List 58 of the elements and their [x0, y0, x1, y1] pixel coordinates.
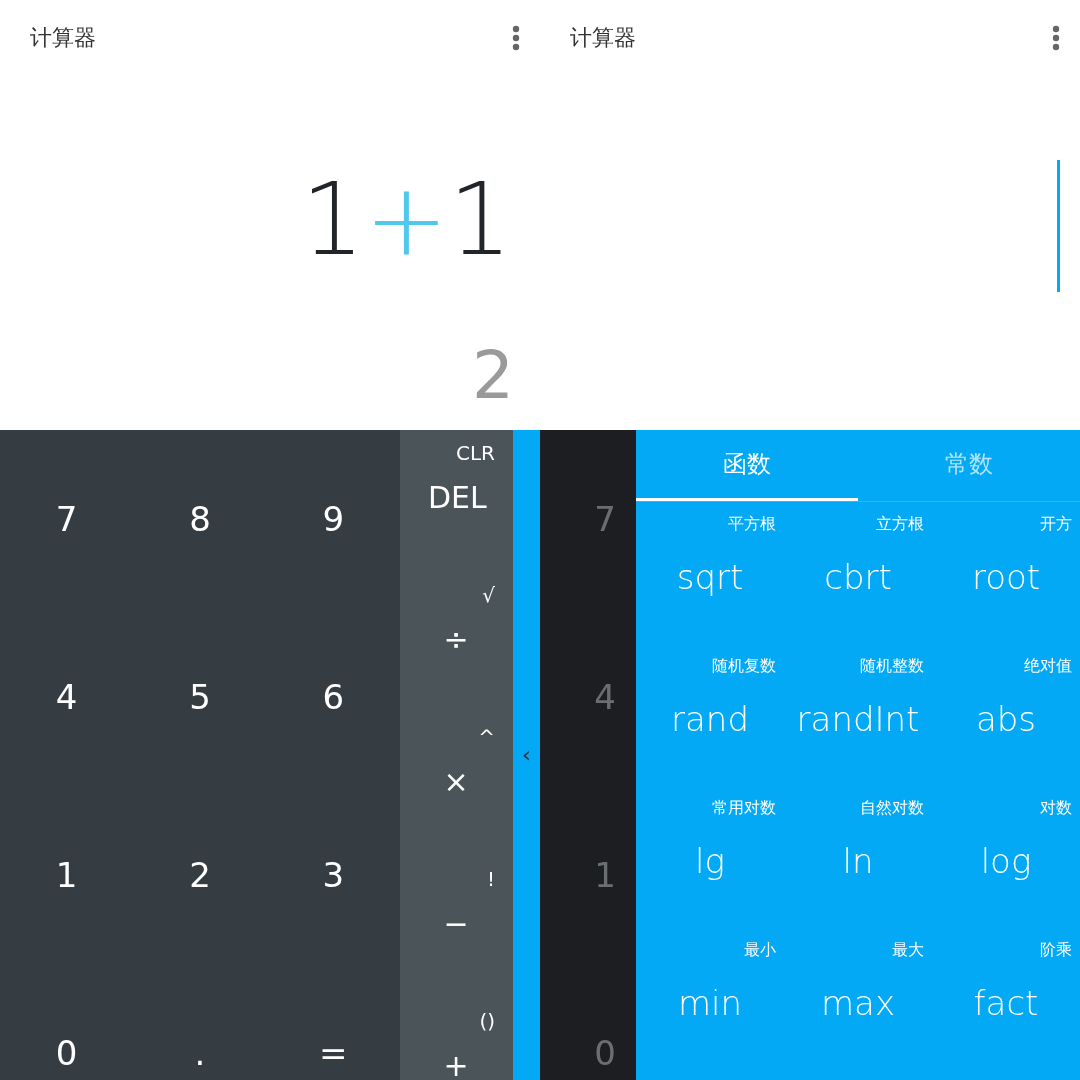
result-display: 2 [472, 343, 514, 409]
function-key[interactable]: rand [636, 694, 784, 745]
keypad-key[interactable]: 1 [540, 786, 636, 964]
keypad-key[interactable]: 3 [266, 786, 400, 964]
function-key[interactable]: root [932, 552, 1080, 603]
keypad-key[interactable]: 7 [0, 430, 134, 608]
keypad-key[interactable]: 5 [133, 608, 267, 786]
keypad-key[interactable]: 0 [540, 964, 636, 1080]
operator-key[interactable]: + [428, 1048, 484, 1080]
tab[interactable]: 常数 [858, 430, 1080, 501]
secondary-key[interactable]: () [479, 1006, 495, 1036]
keypad-key[interactable]: . [133, 964, 267, 1080]
keypad-key[interactable]: 4 [540, 608, 636, 786]
function-key[interactable]: sqrt [636, 552, 784, 603]
more-options-icon[interactable] [512, 24, 520, 51]
function-caption[interactable]: 常用对数 [712, 796, 776, 820]
function-key[interactable]: min [636, 978, 784, 1029]
function-caption[interactable]: 开方 [1040, 512, 1072, 536]
function-caption[interactable]: 自然对数 [860, 796, 924, 820]
function-caption[interactable]: 平方根 [728, 512, 776, 536]
secondary-key[interactable]: ! [486, 864, 495, 894]
operator-key[interactable]: − [428, 906, 484, 942]
keypad-key[interactable]: 6 [266, 608, 400, 786]
secondary-key[interactable]: √ [482, 580, 495, 610]
function-key[interactable]: max [784, 978, 932, 1029]
expression-display: 1+1 [300, 170, 512, 270]
function-caption[interactable]: 立方根 [876, 512, 924, 536]
app-title: 计算器 [570, 24, 636, 52]
keypad-key[interactable]: 1 [0, 786, 134, 964]
drawer-handle[interactable]: ‹ [522, 744, 531, 766]
function-caption[interactable]: 随机整数 [860, 654, 924, 678]
function-key[interactable]: fact [932, 978, 1080, 1029]
operator-key[interactable]: ÷ [428, 622, 484, 658]
function-key[interactable]: cbrt [784, 552, 932, 603]
function-caption[interactable]: 绝对值 [1024, 654, 1072, 678]
keypad-key[interactable]: 0 [0, 964, 134, 1080]
keypad-key[interactable]: 9 [266, 430, 400, 608]
more-options-icon[interactable] [1052, 24, 1060, 51]
tab[interactable]: 函数 [636, 430, 858, 501]
function-caption[interactable]: 最小 [744, 938, 776, 962]
keypad-key[interactable]: 7 [540, 430, 636, 608]
keypad-key[interactable]: 8 [133, 430, 267, 608]
app-title: 计算器 [30, 24, 96, 52]
operator-key[interactable]: × [428, 764, 484, 800]
function-key[interactable]: ln [784, 836, 932, 887]
function-caption[interactable]: 随机复数 [712, 654, 776, 678]
secondary-key[interactable]: CLR [456, 438, 495, 468]
keypad-key[interactable]: 2 [133, 786, 267, 964]
function-caption[interactable]: 对数 [1040, 796, 1072, 820]
function-key[interactable]: log [932, 836, 1080, 887]
keypad-key[interactable]: = [266, 964, 400, 1080]
function-key[interactable]: lg [636, 836, 784, 887]
keypad-key[interactable]: 4 [0, 608, 134, 786]
function-caption[interactable]: 最大 [892, 938, 924, 962]
function-key[interactable]: randInt [784, 694, 932, 745]
function-key[interactable]: abs [932, 694, 1080, 745]
secondary-key[interactable]: ^ [478, 722, 495, 752]
function-caption[interactable]: 阶乘 [1040, 938, 1072, 962]
